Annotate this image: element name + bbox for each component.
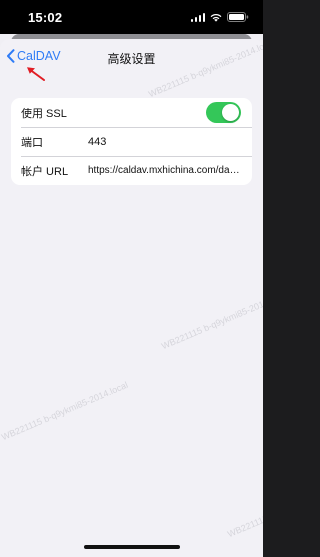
port-value[interactable]: 443 [88, 136, 242, 148]
account-url-value[interactable]: https://caldav.mxhichina.com/dav... [88, 165, 242, 176]
port-label: 端口 [21, 136, 43, 149]
use-ssl-row: 使用 SSL [11, 98, 252, 127]
status-time: 15:02 [28, 10, 63, 25]
advanced-settings-group: 使用 SSL 端口 443 帐户 URL https://caldav.mxhi… [11, 98, 252, 185]
account-url-row[interactable]: 帐户 URL https://caldav.mxhichina.com/dav.… [11, 156, 252, 185]
status-icons [190, 12, 250, 22]
port-row[interactable]: 端口 443 [11, 127, 252, 156]
wifi-icon [210, 13, 222, 22]
settings-sheet: CalDAV 高级设置 使用 SSL 端口 443 帐户 URL https:/… [0, 34, 263, 557]
settings-panel: CalDAV 高级设置 使用 SSL 端口 443 帐户 URL https:/… [0, 39, 263, 557]
home-indicator [84, 545, 180, 549]
cellular-signal-icon [190, 12, 205, 22]
account-url-label: 帐户 URL [21, 165, 69, 178]
use-ssl-label: 使用 SSL [21, 107, 67, 120]
use-ssl-toggle[interactable] [206, 102, 241, 123]
battery-icon [227, 12, 249, 22]
status-bar: 15:02 [0, 0, 263, 34]
phone-screen: 15:02 CalDAV 高级设置 使用 SSL 端口 443 帐户 URL h… [0, 0, 263, 557]
annotation-arrow-icon [27, 67, 45, 81]
toggle-knob [222, 104, 239, 121]
